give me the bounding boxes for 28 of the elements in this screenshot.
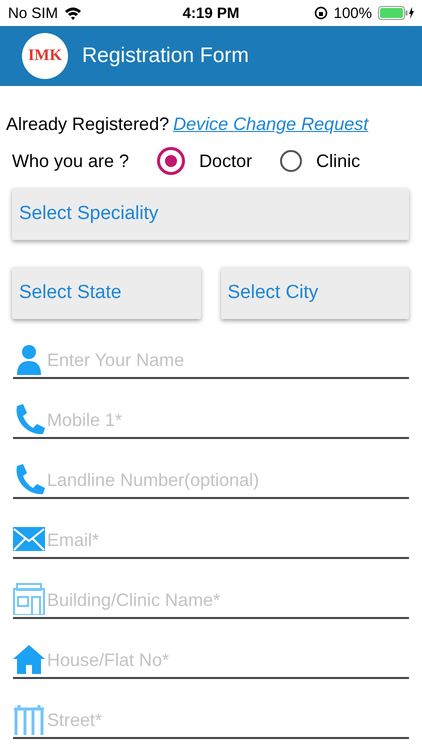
dropdown[interactable]: Select City — [220, 267, 409, 319]
radio-button[interactable] — [280, 150, 302, 172]
building-icon — [13, 583, 45, 615]
radio-option[interactable]: Clinic — [280, 150, 360, 172]
input-field[interactable]: House/Flat No* — [47, 650, 409, 677]
role-label: Who you are ? — [12, 150, 130, 172]
clock-time: 4:19 PM — [182, 4, 240, 22]
device-change-link[interactable]: Device Change Request — [173, 114, 368, 135]
input-field[interactable]: Mobile 1* — [47, 410, 409, 437]
radio-button[interactable] — [157, 147, 186, 175]
battery-charging-icon — [378, 6, 414, 20]
input-field[interactable]: Landline Number(optional) — [47, 470, 409, 497]
speciality-dropdown[interactable]: Select Speciality — [12, 188, 409, 240]
input-field[interactable]: Enter Your Name — [47, 350, 409, 377]
street-icon — [13, 703, 45, 735]
dropdown[interactable]: Select State — [12, 267, 200, 319]
radio-option[interactable]: Doctor — [157, 147, 252, 175]
input-field[interactable]: Building/Clinic Name* — [47, 590, 409, 617]
house-icon — [13, 643, 45, 675]
wifi-icon — [64, 6, 82, 20]
battery-percent: 100% — [334, 4, 372, 22]
registered-label: Already Registered? — [6, 114, 170, 135]
input-field[interactable]: Street* — [47, 710, 409, 737]
carrier-label: No SIM — [8, 4, 58, 22]
logo: IMK — [22, 33, 68, 79]
header-title: Registration Form — [82, 44, 249, 68]
rotation-lock-icon — [314, 6, 328, 20]
input-field[interactable]: Email* — [47, 530, 409, 557]
